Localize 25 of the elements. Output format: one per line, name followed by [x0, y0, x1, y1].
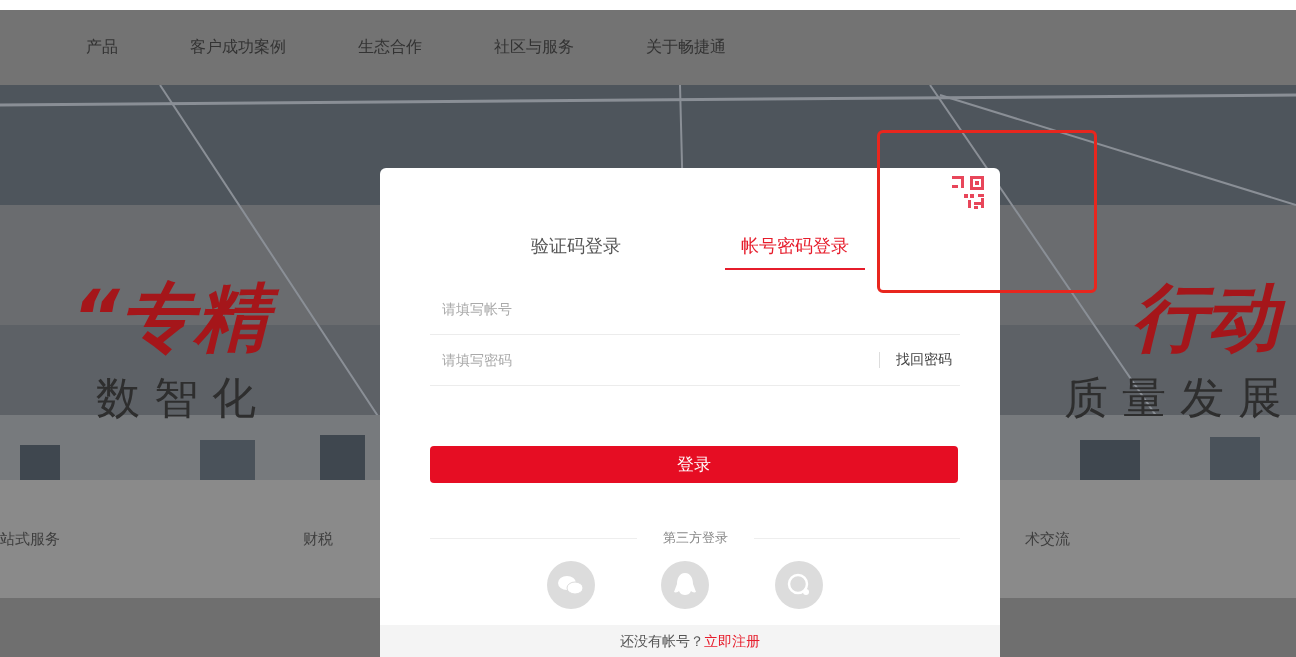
service-label[interactable]: 术交流	[1025, 529, 1070, 549]
section-label: 第三方登录	[662, 529, 728, 547]
banner-headline: “专精	[66, 275, 282, 361]
nav-link[interactable]: 产品	[86, 37, 118, 58]
chat-bubble-icon[interactable]	[775, 561, 823, 609]
nav-link[interactable]: 关于畅捷通	[646, 37, 726, 58]
service-label[interactable]: 财税	[303, 529, 333, 549]
nav-link[interactable]: 社区与服务	[494, 37, 574, 58]
account-field[interactable]: 请填写帐号	[430, 284, 960, 334]
register-link[interactable]: 立即注册	[704, 633, 760, 651]
register-prompt: 还没有帐号？	[620, 633, 704, 651]
wechat-icon[interactable]	[547, 561, 595, 609]
forgot-password-link[interactable]: 找回密码	[896, 351, 960, 369]
login-tab[interactable]: 验证码登录	[515, 228, 637, 270]
nav-link[interactable]: 客户成功案例	[190, 37, 286, 58]
banner-headline: 行动	[1126, 275, 1294, 361]
banner-subtitle: 质量发展	[1064, 376, 1296, 421]
password-field[interactable]: 请填写密码	[430, 335, 879, 385]
penguin-icon[interactable]	[661, 561, 709, 609]
nav-link[interactable]: 生态合作	[358, 37, 422, 58]
banner-subtitle: 数智化	[95, 376, 270, 421]
service-label[interactable]: 站式服务	[0, 529, 60, 549]
qr-code-icon[interactable]	[950, 174, 986, 210]
login-button[interactable]: 登录	[430, 446, 958, 483]
login-tab[interactable]: 帐号密码登录	[725, 228, 865, 270]
